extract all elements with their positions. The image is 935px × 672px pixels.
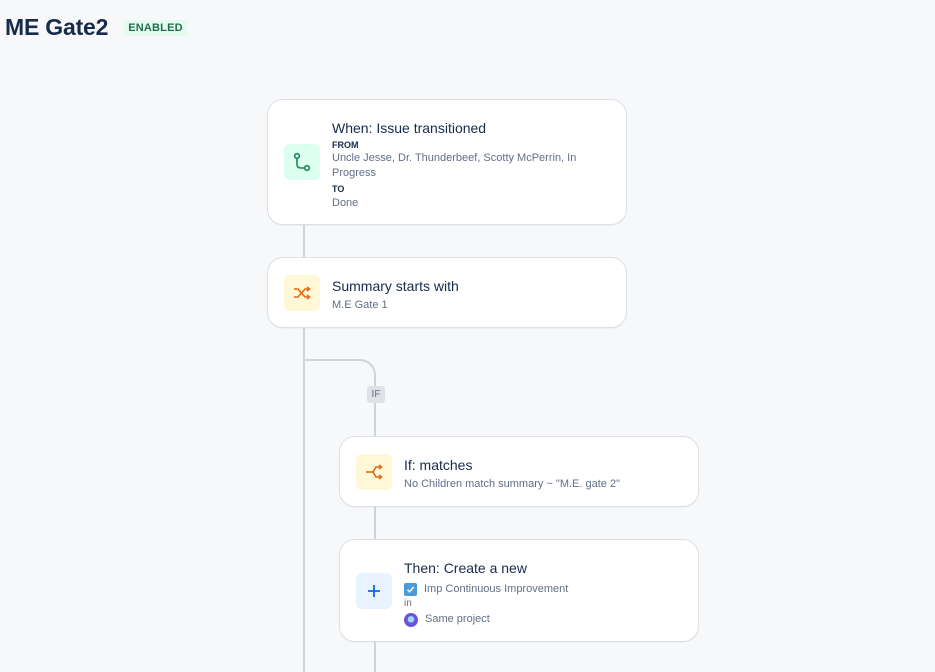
issue-type-row: Imp Continuous Improvement bbox=[404, 582, 684, 597]
if-condition-value: No Children match summary ~ "M.E. gate 2… bbox=[404, 478, 620, 490]
connector-branch-2 bbox=[374, 506, 376, 540]
in-label: in bbox=[404, 598, 412, 609]
to-label: TO bbox=[332, 184, 345, 194]
branch-condition-icon bbox=[366, 464, 383, 480]
trigger-card[interactable]: When: Issue transitioned FROM Uncle Jess… bbox=[267, 99, 627, 225]
from-label: FROM bbox=[332, 140, 359, 150]
branch-connector bbox=[303, 359, 376, 399]
trigger-icon-box bbox=[284, 144, 320, 180]
if-branch-tag: IF bbox=[367, 386, 385, 403]
to-value: Done bbox=[332, 197, 359, 209]
transition-icon bbox=[293, 152, 311, 172]
rule-header: ME Gate2 ENABLED bbox=[5, 14, 187, 41]
if-condition-card[interactable]: If: matches No Children match summary ~ … bbox=[339, 436, 699, 507]
action-card[interactable]: Then: Create a new Imp Continuous Improv… bbox=[339, 539, 699, 642]
action-title: Then: Create a new bbox=[404, 560, 527, 576]
if-condition-icon-box bbox=[356, 454, 392, 490]
project-label: Same project bbox=[425, 613, 490, 625]
action-body: Then: Create a new Imp Continuous Improv… bbox=[404, 559, 684, 627]
trigger-body: When: Issue transitioned FROM Uncle Jess… bbox=[332, 119, 592, 211]
condition-card[interactable]: Summary starts with M.E Gate 1 bbox=[267, 257, 627, 328]
plus-icon bbox=[368, 585, 380, 597]
status-badge: ENABLED bbox=[124, 19, 187, 36]
if-condition-body: If: matches No Children match summary ~ … bbox=[404, 456, 620, 490]
project-avatar-icon bbox=[404, 612, 418, 627]
action-icon-box bbox=[356, 573, 392, 609]
connector-branch-3 bbox=[374, 641, 376, 672]
rule-title: ME Gate2 bbox=[5, 14, 109, 40]
checkbox-icon bbox=[404, 583, 417, 596]
project-row: Same project bbox=[404, 612, 684, 627]
connector-branch-1 bbox=[374, 399, 376, 437]
condition-icon-box bbox=[284, 275, 320, 311]
condition-title: Summary starts with bbox=[332, 278, 459, 294]
if-condition-title: If: matches bbox=[404, 457, 473, 473]
shuffle-icon bbox=[294, 286, 311, 300]
condition-value: M.E Gate 1 bbox=[332, 299, 388, 311]
trigger-title: When: Issue transitioned bbox=[332, 120, 487, 136]
issue-type-label: Imp Continuous Improvement bbox=[424, 583, 569, 595]
condition-body: Summary starts with M.E Gate 1 bbox=[332, 277, 459, 311]
connector-main-1 bbox=[303, 224, 305, 258]
from-value: Uncle Jesse, Dr. Thunderbeef, Scotty McP… bbox=[332, 152, 577, 179]
